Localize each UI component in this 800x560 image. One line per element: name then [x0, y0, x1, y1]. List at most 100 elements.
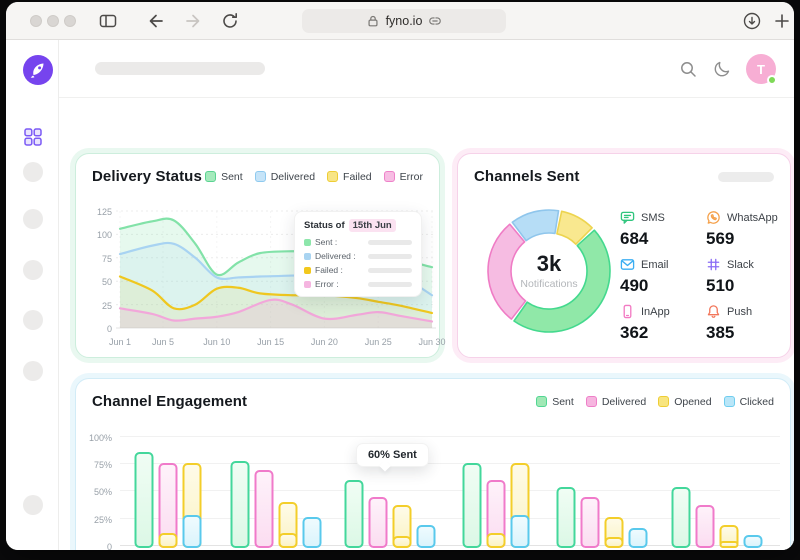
url-text: fyno.io — [385, 14, 423, 28]
address-bar[interactable]: fyno.io — [302, 9, 506, 33]
back-icon[interactable] — [146, 11, 166, 31]
bar-opened-sms — [182, 463, 202, 548]
channel-stats-grid: SMS 684 WhatsApp 569 Email 490 Slack 510 InApp 36… — [620, 210, 792, 351]
legend-swatch — [585, 396, 597, 407]
legend-swatch — [205, 171, 217, 182]
legend-swatch — [327, 171, 339, 182]
legend-item-error: Error — [383, 170, 423, 183]
y-tick-label: 0 — [106, 324, 112, 334]
stat-value: 684 — [620, 229, 649, 248]
email-icon — [620, 259, 635, 270]
tooltip-row: Failed : — [304, 265, 412, 275]
tooltip-value-skeleton — [368, 239, 412, 245]
stat-label: SMS — [641, 211, 665, 224]
legend-swatch — [723, 396, 735, 407]
zoom-button[interactable] — [64, 15, 76, 27]
legend-label: Delivered — [601, 395, 647, 408]
delivery-status-legend: Sent Delivered Failed Error — [205, 171, 423, 183]
browser-chrome: fyno.io — [6, 2, 794, 40]
sidebar-item-placeholder[interactable] — [23, 310, 43, 330]
tooltip-label: Delivered : — [315, 251, 356, 261]
bar-clicked-email — [416, 525, 436, 548]
tooltip-value-skeleton — [368, 253, 412, 259]
y-tick-label: 75% — [93, 460, 112, 470]
stat-label: InApp — [641, 305, 670, 318]
search-icon[interactable] — [678, 59, 698, 79]
legend-label: Sent — [221, 170, 243, 183]
link-icon[interactable] — [428, 14, 442, 28]
tooltip-row: Error : — [304, 279, 412, 289]
legend-label: Failed — [343, 170, 372, 183]
x-tick-label: Jun 15 — [257, 337, 285, 347]
sidebar-toggle-icon[interactable] — [98, 11, 118, 31]
channel-stat-sms: SMS 684 — [620, 210, 706, 257]
rocket-icon — [23, 55, 53, 85]
inapp-icon — [623, 304, 632, 319]
donut-slice-green — [513, 229, 611, 333]
channels-sent-card: Channels Sent 3k Notifications SMS 684 Wha… — [457, 153, 791, 358]
bar-opened-push — [510, 463, 530, 548]
bar-opened-whatsapp — [278, 502, 298, 548]
bar-tooltip: 60% Sent — [355, 443, 429, 467]
y-tick-label: 100 — [96, 230, 112, 241]
channel-stat-inapp: InApp 362 — [620, 304, 706, 351]
sidebar-item-placeholder[interactable] — [23, 495, 43, 515]
x-tick-label: Jun 1 — [108, 337, 132, 347]
bar-segment-clicked — [510, 515, 530, 548]
legend-label: Sent — [552, 395, 574, 408]
bar-delivered-inapp — [580, 497, 600, 548]
tooltip-label: Error : — [315, 279, 339, 289]
fyno-logo[interactable] — [23, 55, 53, 85]
download-icon[interactable] — [742, 11, 762, 31]
tooltip-label: Sent : — [315, 237, 338, 247]
channels-sent-title: Channels Sent — [474, 168, 580, 185]
forward-icon[interactable] — [183, 11, 203, 31]
stat-label: WhatsApp — [727, 211, 778, 224]
sidebar-item-placeholder[interactable] — [23, 162, 43, 182]
bar-sent-email — [344, 480, 364, 548]
user-avatar[interactable]: T — [746, 54, 777, 85]
legend-item-sent: Sent — [205, 171, 243, 183]
legend-swatch — [254, 171, 266, 182]
bar-segment-opened — [604, 537, 624, 548]
x-tick-label: Jun 25 — [364, 337, 392, 347]
delivery-status-title: Delivery Status — [92, 168, 202, 185]
x-tick-label: Jun 5 — [152, 337, 175, 347]
tooltip-swatch — [304, 252, 311, 260]
channel-stat-push: Push 385 — [706, 304, 792, 351]
sidebar-item-placeholder[interactable] — [23, 260, 43, 280]
new-tab-icon[interactable] — [772, 11, 792, 31]
sidebar-item-placeholder[interactable] — [23, 209, 43, 229]
stat-label: Email — [641, 258, 669, 271]
tooltip-swatch — [304, 238, 311, 246]
y-tick-label: 25% — [93, 515, 112, 525]
tooltip-value-skeleton — [368, 267, 412, 273]
donut-slice-pink — [487, 223, 527, 320]
sidebar-item-dashboard[interactable] — [24, 128, 42, 146]
bar-sent-sms — [134, 452, 154, 548]
stat-value: 510 — [706, 276, 735, 295]
channel-engagement-chart: 025%50%75%100% 60% Sent SMSWhatsAppEmail… — [84, 433, 784, 550]
tooltip-label: Failed : — [315, 265, 343, 275]
chart-tooltip: Status of 15th Jun Sent : Delivered : Fail… — [294, 211, 422, 297]
tooltip-value-skeleton — [368, 281, 412, 287]
tooltip-date: 15th Jun — [348, 219, 396, 232]
card-menu-skeleton — [718, 171, 774, 182]
tooltip-row: Sent : — [304, 237, 412, 247]
sidebar-item-placeholder[interactable] — [23, 361, 43, 381]
bar-delivered-slack — [695, 505, 715, 548]
minimize-button[interactable] — [47, 15, 59, 27]
bar-opened-slack — [719, 525, 739, 548]
legend-item-failed: Failed — [327, 171, 372, 183]
dark-mode-moon-icon[interactable] — [712, 59, 732, 79]
legend-label: Delivered — [270, 170, 316, 183]
legend-label: Error — [399, 170, 423, 183]
close-button[interactable] — [30, 15, 42, 27]
stat-value: 362 — [620, 323, 649, 342]
channel-engagement-legend: Sent Delivered Opened Clicked — [536, 396, 774, 408]
y-tick-label: 75 — [101, 253, 112, 264]
bar-sent-inapp — [556, 487, 576, 548]
bar-delivered-push — [486, 480, 506, 548]
reload-icon[interactable] — [220, 11, 240, 31]
legend-label: Opened — [674, 395, 712, 408]
